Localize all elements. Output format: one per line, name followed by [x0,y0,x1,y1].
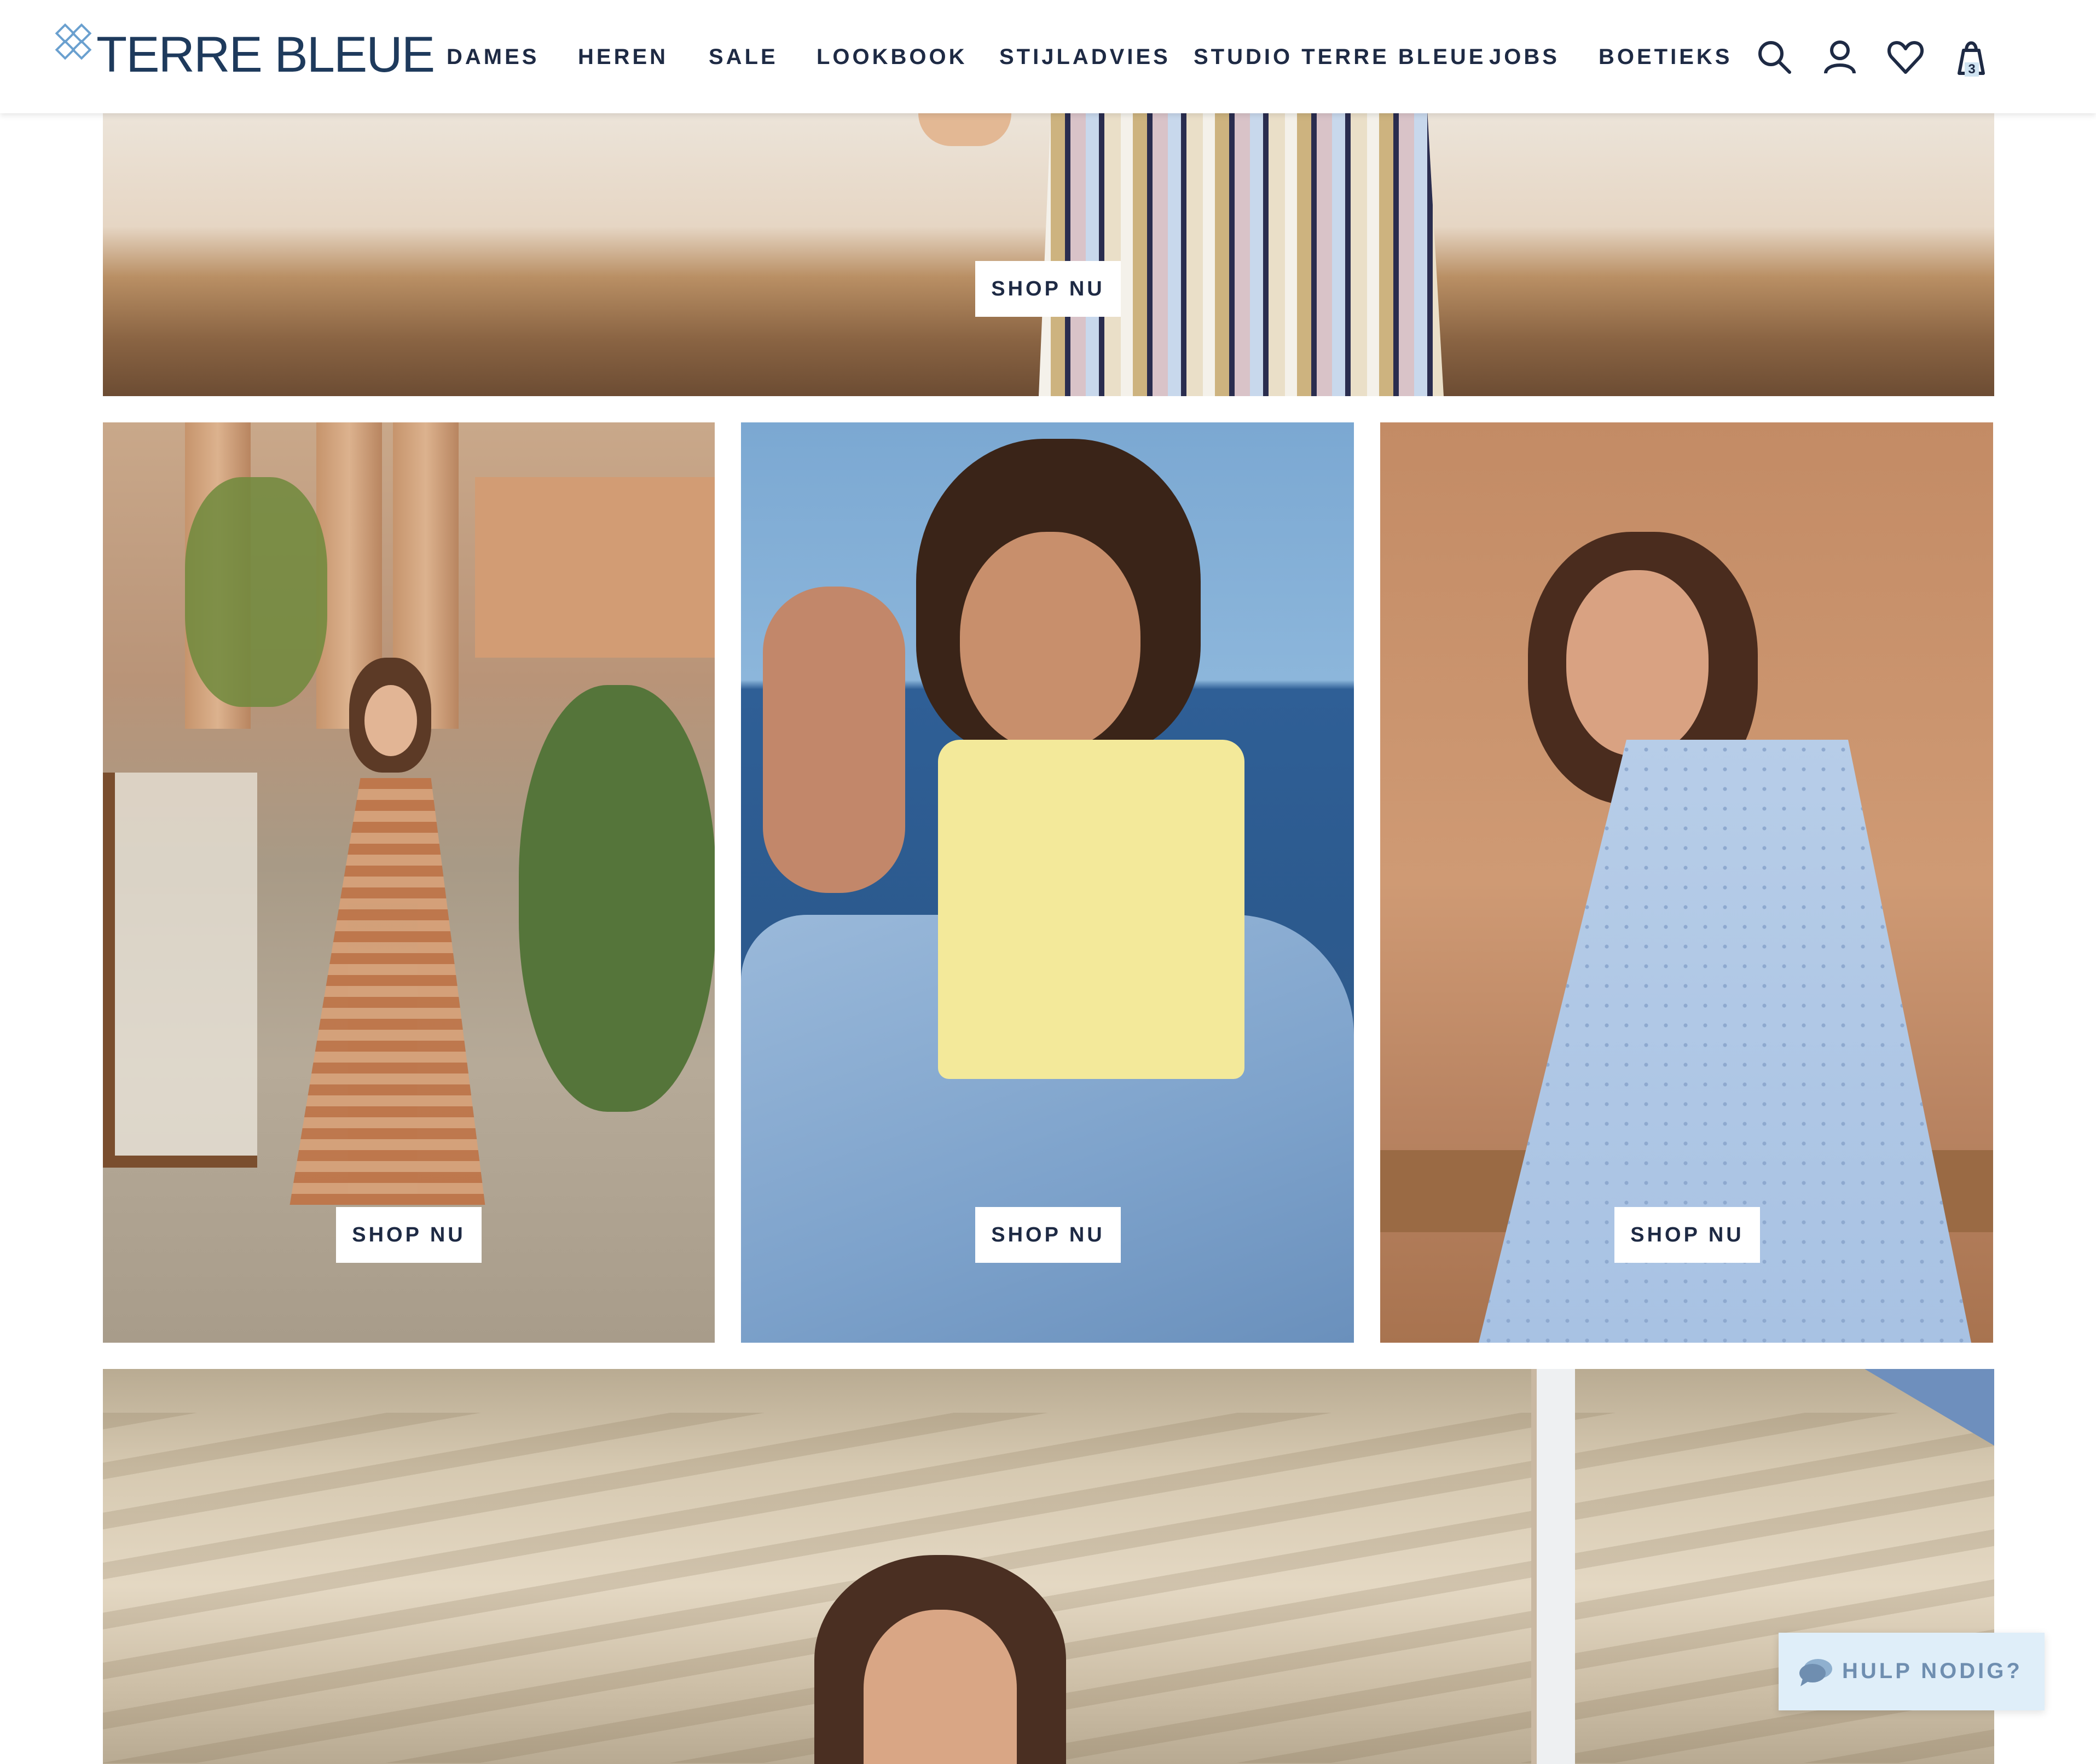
main-nav: DAMES HEREN SALE LOOKBOOK STIJLADVIES ST… [0,0,2096,113]
nav-item-dames[interactable]: DAMES [447,45,539,69]
product-tile-blue-lace-coat[interactable]: SHOP NU [1380,422,1993,1343]
gingham-dress-photo [289,778,485,1205]
product-tile-yellow-top[interactable]: SHOP NU [741,422,1354,1343]
search-icon[interactable] [1755,37,1794,77]
yellow-top-photo [938,740,1244,1079]
product-tile-gingham-dress[interactable]: SHOP NU [103,422,715,1343]
striped-dress-photo [1039,113,1444,396]
nav-item-jobs[interactable]: JOBS [1489,45,1560,69]
shop-now-button[interactable]: SHOP NU [336,1207,482,1263]
hero-banner-top[interactable]: SHOP NU [103,113,1994,396]
nav-item-boetieks[interactable]: BOETIEKS [1599,45,1732,69]
photo-detail [918,113,1011,146]
nav-item-studio-terre-bleue[interactable]: STUDIO TERRE BLEUE [1194,45,1486,69]
nav-item-stijladvies[interactable]: STIJLADVIES [999,45,1171,69]
shop-now-button[interactable]: SHOP NU [975,261,1121,317]
chair-photo [103,773,257,1168]
nav-item-heren[interactable]: HEREN [578,45,668,69]
shop-now-button[interactable]: SHOP NU [1614,1207,1760,1263]
wishlist-heart-icon[interactable] [1886,37,1925,77]
cart-bag-icon[interactable]: 3 [1952,37,1991,77]
site-header: TERRE BLEUE DAMES HEREN SALE LOOKBOOK ST… [0,0,2096,113]
nav-item-sale[interactable]: SALE [709,45,778,69]
shop-now-button[interactable]: SHOP NU [975,1207,1121,1263]
chat-bubble-icon [1799,1659,1832,1686]
nav-item-lookbook[interactable]: LOOKBOOK [817,45,968,69]
cart-count-badge: 3 [1965,62,1979,77]
help-chat-label: HULP NODIG? [1842,1659,2023,1683]
help-chat-button[interactable]: HULP NODIG? [1779,1633,2045,1710]
account-icon[interactable] [1820,37,1860,77]
hero-banner-bottom[interactable] [103,1369,1994,1764]
model-photo [864,1610,1017,1764]
